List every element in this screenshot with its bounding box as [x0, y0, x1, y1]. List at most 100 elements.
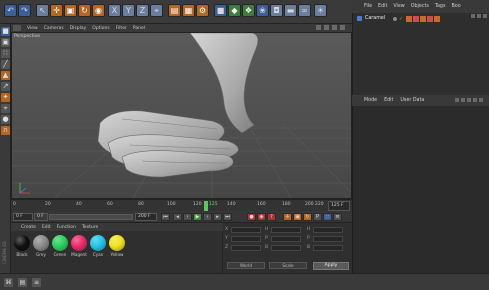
rot-b-field[interactable]	[313, 245, 343, 251]
object-row-caramel[interactable]: Caramel ✓	[355, 16, 488, 23]
coordinate-mode-dropdown[interactable]: World	[227, 262, 265, 269]
rot-h-field[interactable]	[313, 227, 343, 233]
size-field[interactable]	[271, 245, 301, 251]
range-end-field[interactable]: 200 F	[135, 213, 157, 221]
start-frame-field[interactable]: 0 F	[13, 213, 33, 221]
menu-mode[interactable]: Mode	[364, 98, 377, 103]
edges-mode-icon[interactable]: ╱	[1, 60, 10, 69]
tag-icon[interactable]	[434, 16, 440, 22]
menu-create[interactable]: Create	[21, 225, 36, 230]
frame-range-slider[interactable]	[49, 214, 133, 220]
timeline-button[interactable]: ≡	[333, 213, 342, 221]
cube-icon[interactable]: ■	[214, 4, 227, 17]
timeline-ruler[interactable]: 0 20 40 60 80 100 120 125 140 160 180 20…	[11, 199, 352, 211]
tag-icon[interactable]	[427, 16, 433, 22]
apply-button[interactable]: Apply	[313, 262, 349, 270]
deformer-icon[interactable]: ❀	[256, 4, 269, 17]
keyframe-selection-button[interactable]: ?	[267, 213, 276, 221]
rotate-icon[interactable]: ↻	[78, 4, 91, 17]
menu-edit[interactable]: Edit	[42, 225, 51, 230]
timeline-playhead[interactable]	[204, 201, 208, 211]
render-picture-viewer-icon[interactable]: ▦	[182, 4, 195, 17]
sculpt-mode-icon[interactable]: ●	[1, 115, 10, 124]
array-icon[interactable]: ❖	[242, 4, 255, 17]
viewport-perspective[interactable]: Perspective	[11, 32, 352, 199]
rot-p-field[interactable]	[313, 236, 343, 242]
pan-icon[interactable]	[316, 25, 321, 30]
new-window-icon[interactable]	[479, 98, 483, 102]
menu-filter[interactable]: Filter	[116, 26, 127, 31]
next-key-button[interactable]: ▸	[213, 213, 222, 221]
material-black[interactable]: Black	[13, 235, 31, 257]
coordinate-system-icon[interactable]: ⌖	[150, 4, 163, 17]
camera-icon[interactable]: ▬	[284, 4, 297, 17]
live-selection-icon[interactable]: ↖	[36, 4, 49, 17]
next-frame-button[interactable]: ›	[203, 213, 212, 221]
subdivision-icon[interactable]: ◆	[228, 4, 241, 17]
new-window-icon[interactable]	[483, 14, 487, 18]
y-axis-icon[interactable]: Y	[122, 4, 135, 17]
pos-y-field[interactable]	[231, 236, 261, 242]
rotation-key-button[interactable]: ↻	[303, 213, 312, 221]
environment-icon[interactable]: ◘	[270, 4, 283, 17]
axis-mode-icon[interactable]: ↗	[1, 82, 10, 91]
menu-tags[interactable]: Tags	[435, 4, 446, 9]
menu-display[interactable]: Display	[70, 26, 87, 31]
size-field[interactable]	[271, 227, 301, 233]
position-key-button[interactable]: ✛	[283, 213, 292, 221]
go-to-end-button[interactable]: ⏭	[223, 213, 232, 221]
material-magent[interactable]: Magent	[70, 235, 88, 257]
redo-icon[interactable]: ↷	[18, 4, 31, 17]
play-button[interactable]: ▶	[193, 213, 202, 221]
snap-icon[interactable]: ⌖	[1, 104, 10, 113]
z-axis-icon[interactable]: Z	[136, 4, 149, 17]
scale-key-button[interactable]: ▣	[293, 213, 302, 221]
menu-file[interactable]: File	[364, 4, 372, 9]
menu-view[interactable]: View	[393, 4, 404, 9]
light-icon[interactable]: ☀	[314, 4, 327, 17]
menu-function[interactable]: Function	[57, 225, 76, 230]
size-mode-dropdown[interactable]: Scale	[269, 262, 307, 269]
polygons-mode-icon[interactable]: ▲	[1, 71, 10, 80]
menu-edit[interactable]: Edit	[384, 98, 393, 103]
orbit-icon[interactable]	[332, 25, 337, 30]
menu-user-data[interactable]: User Data	[400, 98, 424, 103]
move-icon[interactable]: ✛	[50, 4, 63, 17]
recent-tool-icon[interactable]: ◉	[92, 4, 105, 17]
size-field[interactable]	[271, 236, 301, 242]
previous-frame-button[interactable]: ‹	[183, 213, 192, 221]
x-axis-icon[interactable]: X	[108, 4, 121, 17]
command-icon[interactable]: ⌘	[4, 278, 13, 287]
menu-view[interactable]: View	[27, 26, 38, 31]
viewport-layout-icon[interactable]	[13, 25, 21, 31]
model-mode-icon[interactable]: ■	[1, 27, 10, 36]
current-frame-field[interactable]: 125 F	[328, 201, 350, 211]
magnet-icon[interactable]: ∩	[1, 126, 10, 135]
render-view-icon[interactable]: ▤	[168, 4, 181, 17]
material-green[interactable]: Green	[51, 235, 69, 257]
tag-icon[interactable]	[420, 16, 426, 22]
menu-options[interactable]: Options	[92, 26, 109, 31]
back-arrow-icon[interactable]	[455, 98, 459, 102]
render-settings-icon[interactable]: ⚙	[196, 4, 209, 17]
undo-icon[interactable]: ↶	[4, 4, 17, 17]
previous-key-button[interactable]: ◂	[173, 213, 182, 221]
visibility-dot-icon[interactable]	[393, 17, 397, 21]
layout-icon[interactable]: ▤	[18, 278, 27, 287]
maximize-icon[interactable]	[340, 25, 345, 30]
tag-icon[interactable]	[413, 16, 419, 22]
menu-bookmarks[interactable]: Boo	[451, 4, 460, 9]
material-cyan[interactable]: Cyan	[89, 235, 107, 257]
zoom-icon[interactable]	[324, 25, 329, 30]
material-grey[interactable]: Grey	[32, 235, 50, 257]
pos-x-field[interactable]	[231, 227, 261, 233]
tag-icon[interactable]	[406, 16, 412, 22]
search-icon[interactable]	[471, 14, 475, 18]
range-start-field[interactable]: 0 F	[34, 213, 48, 221]
tweak-mode-icon[interactable]: ✦	[1, 93, 10, 102]
autokey-button[interactable]: ◉	[257, 213, 266, 221]
scale-icon[interactable]: ▣	[64, 4, 77, 17]
point-level-key-button[interactable]: ∷	[323, 213, 332, 221]
lock-icon[interactable]	[473, 98, 477, 102]
script-icon[interactable]: ≡	[32, 278, 41, 287]
